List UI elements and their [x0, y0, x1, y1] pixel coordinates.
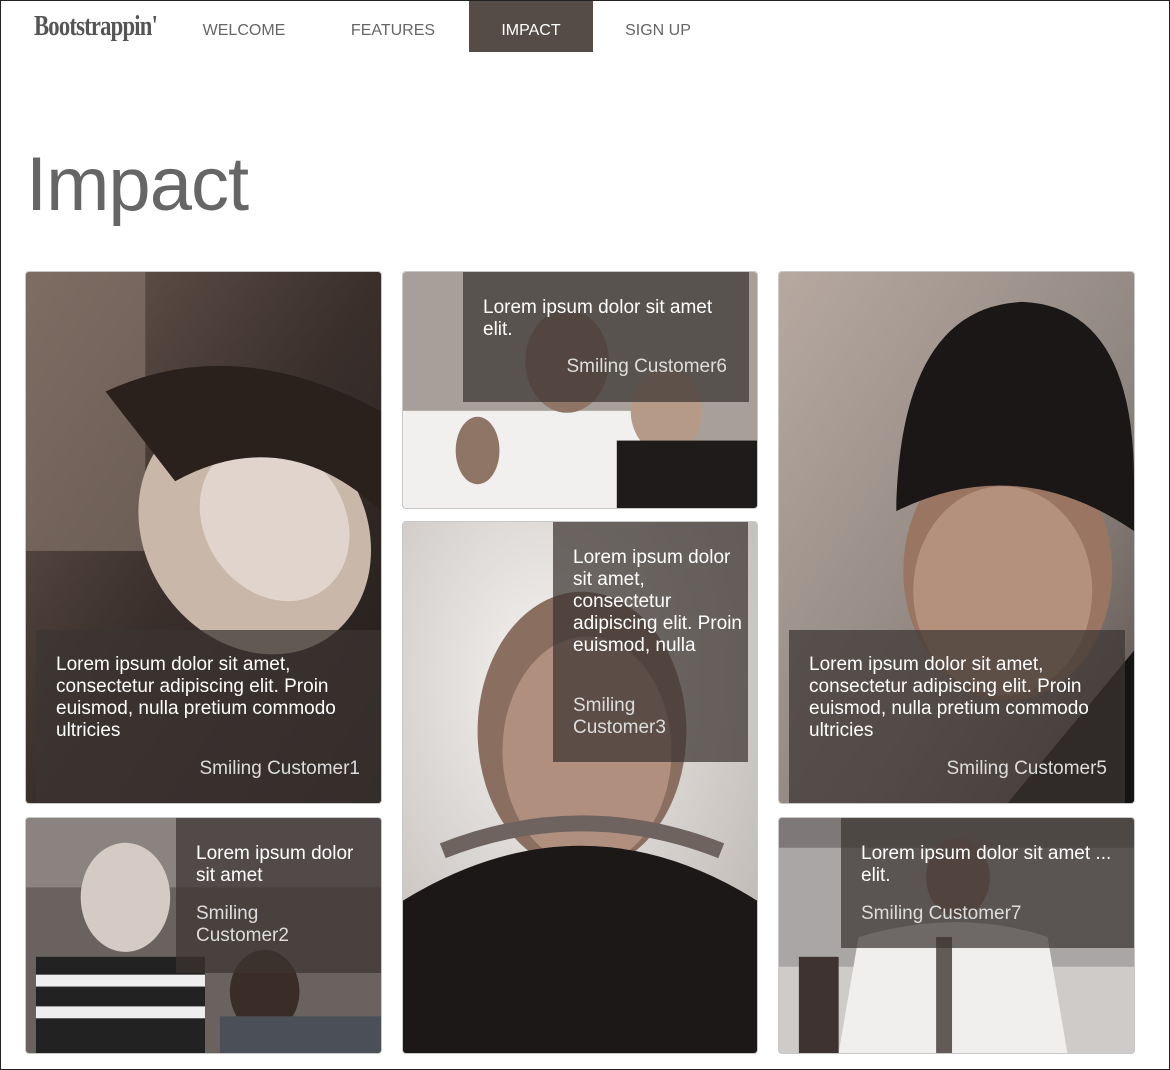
testimonial-caption: Lorem ipsum dolor sit amet elit. Smiling…: [463, 272, 749, 402]
customer-name: Smiling Customer5: [946, 758, 1108, 779]
customer-name: Smiling Customer3: [573, 695, 666, 738]
testimonial-caption: Lorem ipsum dolor sit amet, consectetur …: [553, 522, 748, 762]
testimonial-quote: Lorem ipsum dolor sit amet, consectetur …: [56, 654, 336, 741]
nav-impact[interactable]: IMPACT: [469, 1, 593, 52]
testimonial-card-customer3[interactable]: Lorem ipsum dolor sit amet, consectetur …: [402, 521, 758, 1054]
testimonial-caption: Lorem ipsum dolor sit amet, consectetur …: [789, 630, 1125, 803]
customer-name: Smiling Customer6: [566, 356, 728, 377]
page-frame: Bootstrappin' WELCOME FEATURES IMPACT SI…: [0, 0, 1170, 1070]
testimonial-card-customer1[interactable]: Lorem ipsum dolor sit amet, consectetur …: [25, 271, 382, 804]
testimonial-caption: Lorem ipsum dolor sit amet Smiling Custo…: [176, 818, 381, 973]
testimonial-card-customer7[interactable]: Lorem ipsum dolor sit amet ... elit. Smi…: [778, 817, 1135, 1054]
testimonial-caption: Lorem ipsum dolor sit amet, consectetur …: [36, 630, 381, 803]
nav-welcome[interactable]: WELCOME: [177, 1, 311, 52]
page-title: Impact: [26, 142, 249, 227]
nav-features[interactable]: FEATURES: [326, 1, 460, 52]
brand-logo[interactable]: Bootstrappin': [34, 10, 158, 43]
navbar: Bootstrappin' WELCOME FEATURES IMPACT SI…: [1, 1, 1170, 52]
nav-sign-up[interactable]: SIGN UP: [601, 1, 715, 52]
testimonial-quote: Lorem ipsum dolor sit amet, consectetur …: [809, 654, 1089, 741]
testimonial-quote: Lorem ipsum dolor sit amet ... elit.: [861, 843, 1112, 886]
customer-name: Smiling Customer7: [861, 903, 1022, 924]
testimonial-card-customer6[interactable]: Lorem ipsum dolor sit amet elit. Smiling…: [402, 271, 758, 509]
customer-name: Smiling Customer1: [199, 758, 361, 779]
testimonial-quote: Lorem ipsum dolor sit amet elit.: [483, 297, 713, 340]
testimonial-card-customer2[interactable]: Lorem ipsum dolor sit amet Smiling Custo…: [25, 817, 382, 1054]
testimonial-quote: Lorem ipsum dolor sit amet, consectetur …: [573, 547, 742, 656]
testimonial-card-customer5[interactable]: Lorem ipsum dolor sit amet, consectetur …: [778, 271, 1135, 804]
testimonial-quote: Lorem ipsum dolor sit amet: [196, 843, 354, 886]
customer-name: Smiling Customer2: [196, 903, 289, 946]
testimonial-caption: Lorem ipsum dolor sit amet ... elit. Smi…: [841, 818, 1134, 948]
